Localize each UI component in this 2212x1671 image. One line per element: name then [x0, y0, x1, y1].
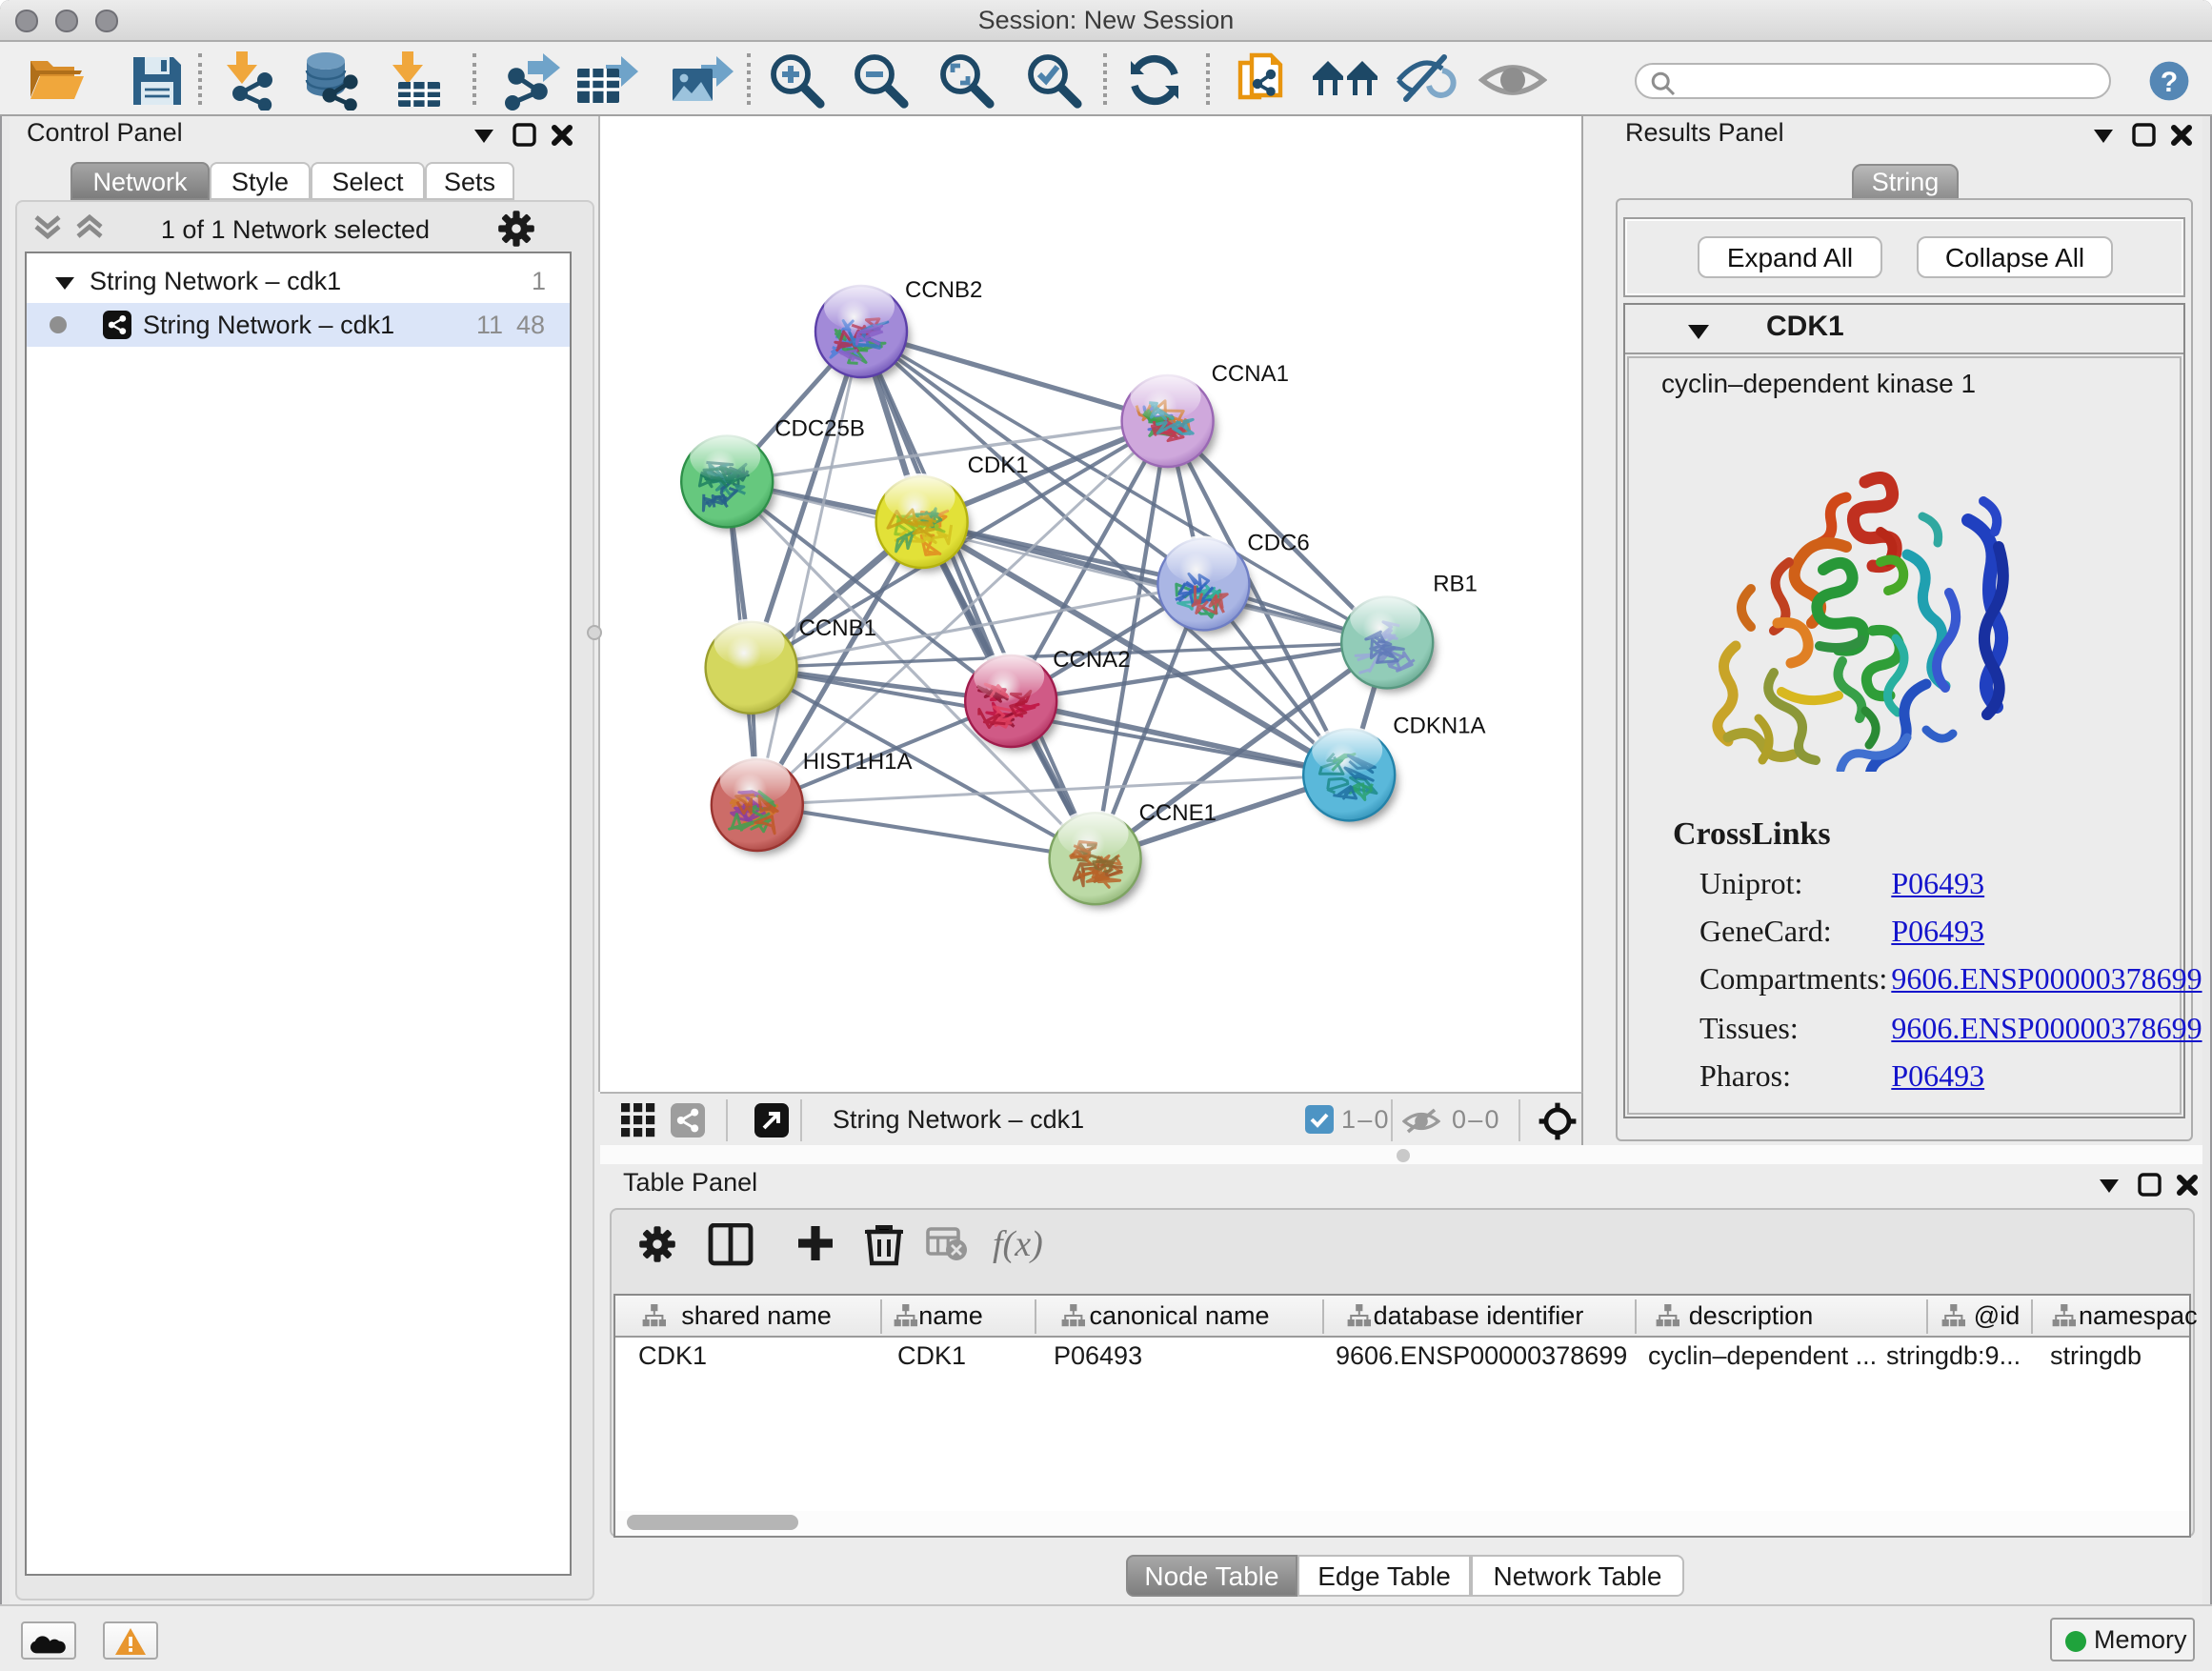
svg-text:CDKN1A: CDKN1A: [1393, 713, 1485, 738]
svg-text:CCNA1: CCNA1: [1212, 361, 1289, 387]
svg-text:CCNE1: CCNE1: [1139, 800, 1217, 826]
svg-text:CCNB1: CCNB1: [799, 615, 876, 641]
svg-text:RB1: RB1: [1433, 571, 1478, 596]
svg-text:CCNA2: CCNA2: [1053, 647, 1130, 673]
svg-text:HIST1H1A: HIST1H1A: [803, 749, 913, 775]
svg-text:CDC6: CDC6: [1247, 530, 1309, 555]
svg-text:f(x): f(x): [993, 1224, 1043, 1264]
svg-text:CDC25B: CDC25B: [774, 415, 865, 441]
svg-text:?: ?: [2161, 67, 2178, 98]
svg-text:CDK1: CDK1: [968, 453, 1029, 478]
svg-text:CCNB2: CCNB2: [905, 277, 982, 303]
